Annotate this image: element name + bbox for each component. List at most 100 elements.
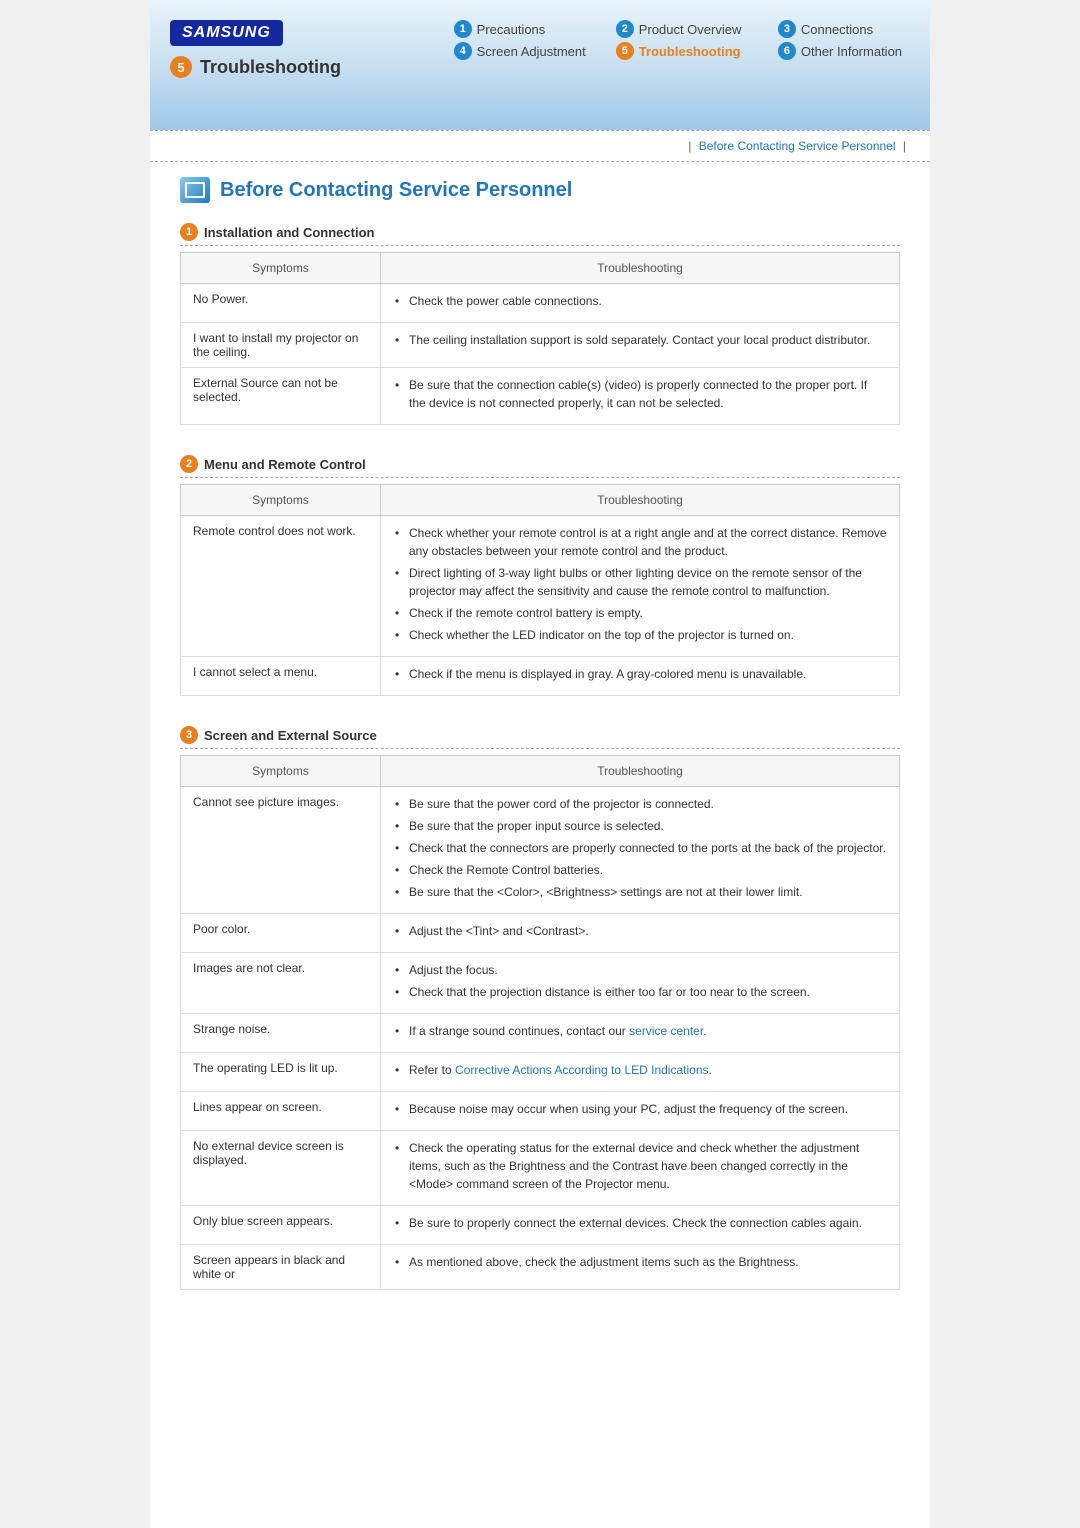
bullet-list: Check if the menu is displayed in gray. …	[393, 665, 887, 683]
table-row: Cannot see picture images. Be sure that …	[181, 787, 900, 914]
section-title-2: Menu and Remote Control	[204, 457, 366, 472]
nav-label-3: Connections	[801, 22, 873, 37]
list-item: Check the operating status for the exter…	[393, 1139, 887, 1193]
page-wrapper: SAMSUNG 5 Troubleshooting 1 Precautions …	[150, 0, 930, 1528]
symptom-cell: Images are not clear.	[181, 953, 381, 1014]
symptom-cell: External Source can not be selected.	[181, 368, 381, 425]
list-item: Check that the projection distance is ei…	[393, 983, 887, 1001]
col-troubleshooting-2: Troubleshooting	[381, 485, 900, 516]
list-item: Check if the remote control battery is e…	[393, 604, 887, 622]
list-item: If a strange sound continues, contact ou…	[393, 1022, 887, 1040]
symptom-cell: Cannot see picture images.	[181, 787, 381, 914]
nav-label-6: Other Information	[801, 44, 902, 59]
nav-item-precautions[interactable]: 1 Precautions	[454, 20, 586, 38]
col-symptoms-2: Symptoms	[181, 485, 381, 516]
section-title-1: Installation and Connection	[204, 225, 374, 240]
list-item: Check that the connectors are properly c…	[393, 839, 887, 857]
list-item: Check if the menu is displayed in gray. …	[393, 665, 887, 683]
section-screen-external: 3 Screen and External Source Symptoms Tr…	[180, 726, 900, 1290]
list-item: As mentioned above, check the adjustment…	[393, 1253, 887, 1271]
page-title: Before Contacting Service Personnel	[220, 179, 572, 202]
samsung-logo: SAMSUNG	[170, 20, 283, 46]
col-symptoms-3: Symptoms	[181, 756, 381, 787]
troubleshoot-cell: Because noise may occur when using your …	[381, 1092, 900, 1131]
list-item: Check the power cable connections.	[393, 292, 887, 310]
troubleshoot-cell: Check whether your remote control is at …	[381, 516, 900, 657]
list-item: Adjust the <Tint> and <Contrast>.	[393, 922, 887, 940]
troubleshoot-cell: Adjust the focus. Check that the project…	[381, 953, 900, 1014]
section-menu-remote: 2 Menu and Remote Control Symptoms Troub…	[180, 455, 900, 696]
bullet-list: The ceiling installation support is sold…	[393, 331, 887, 349]
list-item: Adjust the focus.	[393, 961, 887, 979]
bullet-list: Be sure that the connection cable(s) (vi…	[393, 376, 887, 412]
section-title-3: Screen and External Source	[204, 728, 377, 743]
list-item: Check whether your remote control is at …	[393, 524, 887, 560]
bullet-list: Refer to Corrective Actions According to…	[393, 1061, 887, 1079]
bullet-list: Check the power cable connections.	[393, 292, 887, 310]
symptom-cell: No external device screen is displayed.	[181, 1131, 381, 1206]
nav-item-screen-adjustment[interactable]: 4 Screen Adjustment	[454, 42, 586, 60]
bullet-list: Adjust the focus. Check that the project…	[393, 961, 887, 1001]
service-center-link[interactable]: service center	[629, 1024, 703, 1038]
nav-item-troubleshooting[interactable]: 5 Troubleshooting	[616, 42, 748, 60]
breadcrumb-sep-right: |	[903, 139, 906, 153]
table-row: I cannot select a menu. Check if the men…	[181, 657, 900, 696]
nav-item-other-information[interactable]: 6 Other Information	[778, 42, 910, 60]
nav-num-1: 1	[454, 20, 472, 38]
nav-num-4: 4	[454, 42, 472, 60]
list-item: Direct lighting of 3-way light bulbs or …	[393, 564, 887, 600]
table-row: Poor color. Adjust the <Tint> and <Contr…	[181, 914, 900, 953]
bullet-list: As mentioned above, check the adjustment…	[393, 1253, 887, 1271]
bullet-list: Check the operating status for the exter…	[393, 1139, 887, 1193]
troubleshoot-cell: Adjust the <Tint> and <Contrast>.	[381, 914, 900, 953]
table-row: I want to install my projector on the ce…	[181, 323, 900, 368]
active-section-num: 5	[170, 56, 192, 78]
list-item: Check whether the LED indicator on the t…	[393, 626, 887, 644]
breadcrumb-bar: | Before Contacting Service Personnel |	[150, 130, 930, 162]
bullet-list: Adjust the <Tint> and <Contrast>.	[393, 922, 887, 940]
table-row: Strange noise. If a strange sound contin…	[181, 1014, 900, 1053]
bullet-list: If a strange sound continues, contact ou…	[393, 1022, 887, 1040]
bullet-list: Check whether your remote control is at …	[393, 524, 887, 644]
nav-item-connections[interactable]: 3 Connections	[778, 20, 910, 38]
section-num-2: 2	[180, 455, 198, 473]
troubleshoot-cell: Be sure that the connection cable(s) (vi…	[381, 368, 900, 425]
bullet-list: Because noise may occur when using your …	[393, 1100, 887, 1118]
nav-num-5: 5	[616, 42, 634, 60]
active-section-title: Troubleshooting	[200, 57, 341, 78]
list-item: Because noise may occur when using your …	[393, 1100, 887, 1118]
list-item: Be sure that the proper input source is …	[393, 817, 887, 835]
header: SAMSUNG 5 Troubleshooting 1 Precautions …	[150, 0, 930, 130]
col-symptoms-1: Symptoms	[181, 253, 381, 284]
symptom-cell: Lines appear on screen.	[181, 1092, 381, 1131]
breadcrumb-sep-left: |	[688, 139, 691, 153]
breadcrumb-link[interactable]: Before Contacting Service Personnel	[699, 139, 896, 153]
section-installation: 1 Installation and Connection Symptoms T…	[180, 223, 900, 425]
nav-num-2: 2	[616, 20, 634, 38]
section-3-table: Symptoms Troubleshooting Cannot see pict…	[180, 755, 900, 1290]
section-label-3: 3 Screen and External Source	[180, 726, 900, 749]
symptom-cell: I want to install my projector on the ce…	[181, 323, 381, 368]
table-row: No external device screen is displayed. …	[181, 1131, 900, 1206]
list-item: Be sure to properly connect the external…	[393, 1214, 887, 1232]
troubleshoot-cell: As mentioned above, check the adjustment…	[381, 1245, 900, 1290]
nav-label-4: Screen Adjustment	[477, 44, 586, 59]
symptom-cell: Screen appears in black and white or	[181, 1245, 381, 1290]
troubleshoot-cell: Refer to Corrective Actions According to…	[381, 1053, 900, 1092]
led-indications-link[interactable]: Corrective Actions According to LED Indi…	[455, 1063, 708, 1077]
nav-item-product-overview[interactable]: 2 Product Overview	[616, 20, 748, 38]
nav-num-3: 3	[778, 20, 796, 38]
list-item: Be sure that the connection cable(s) (vi…	[393, 376, 887, 412]
nav-num-6: 6	[778, 42, 796, 60]
page-heading-icon	[180, 177, 210, 203]
col-troubleshooting-1: Troubleshooting	[381, 253, 900, 284]
symptom-cell: Poor color.	[181, 914, 381, 953]
table-row: Only blue screen appears. Be sure to pro…	[181, 1206, 900, 1245]
troubleshoot-cell: The ceiling installation support is sold…	[381, 323, 900, 368]
nav-label-2: Product Overview	[639, 22, 742, 37]
table-row: Screen appears in black and white or As …	[181, 1245, 900, 1290]
section-num-1: 1	[180, 223, 198, 241]
col-troubleshooting-3: Troubleshooting	[381, 756, 900, 787]
troubleshoot-cell: Check if the menu is displayed in gray. …	[381, 657, 900, 696]
symptom-cell: The operating LED is lit up.	[181, 1053, 381, 1092]
